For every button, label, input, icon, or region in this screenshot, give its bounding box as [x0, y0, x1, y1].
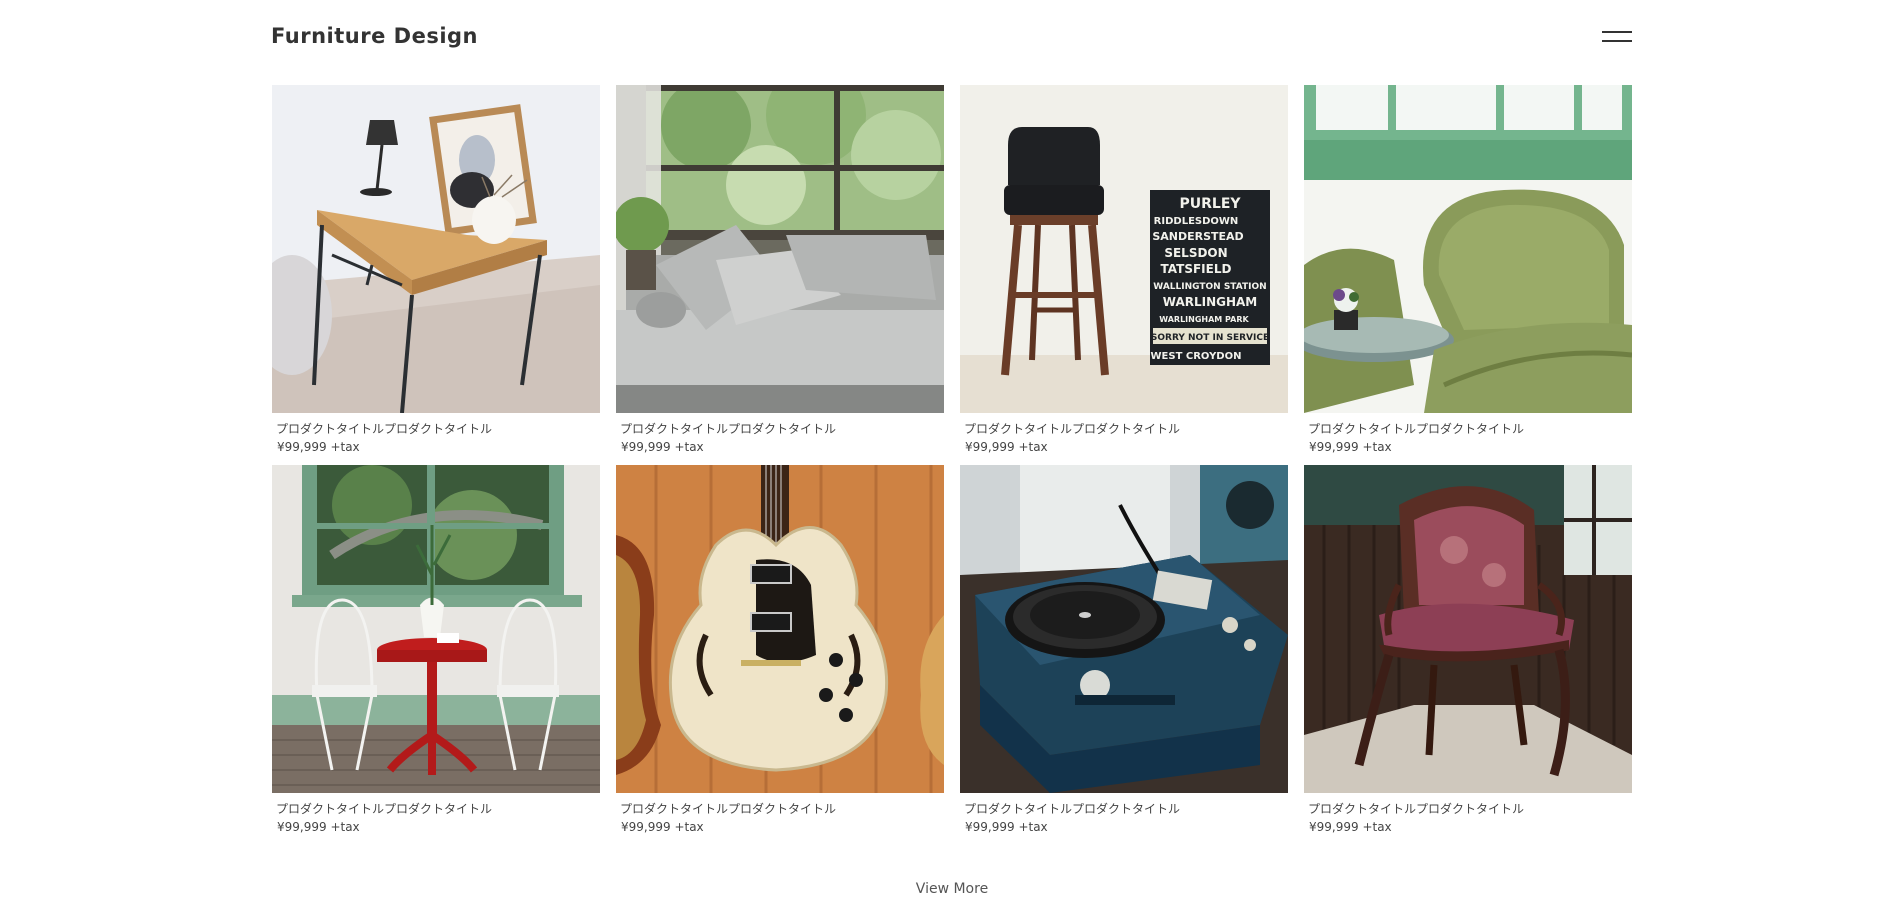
view-more-label[interactable]: View More [916, 881, 988, 897]
product-price: ¥99,999 +tax [965, 440, 1048, 454]
product-title[interactable]: プロダクトタイトルプロダクトタイトル [620, 801, 944, 817]
product-price: ¥99,999 +tax [621, 440, 704, 454]
menu-line [1602, 40, 1632, 42]
cafe-table-photo[interactable] [272, 465, 600, 793]
bar-stool-sign-photo[interactable]: PURLEY RIDDLESDOWN SANDERSTEAD SELSDON T… [960, 85, 1288, 413]
site-header: Furniture Design [271, 22, 1632, 56]
product-title[interactable]: プロダクトタイトルプロダクトタイトル [620, 421, 944, 437]
product-card[interactable]: プロダクトタイトルプロダクトタイトル ¥99,999 +tax [272, 465, 600, 845]
product-price: ¥99,999 +tax [965, 820, 1048, 834]
product-card[interactable]: プロダクトタイトルプロダクトタイトル ¥99,999 +tax [616, 85, 944, 465]
desk-lamp-photo[interactable] [272, 85, 600, 413]
sign-line: RIDDLESDOWN [1154, 216, 1239, 227]
sign-line: SELSDON [1164, 246, 1227, 260]
product-card[interactable]: プロダクトタイトルプロダクトタイトル ¥99,999 +tax [1304, 465, 1632, 845]
product-title[interactable]: プロダクトタイトルプロダクトタイトル [964, 801, 1288, 817]
sign-line: SANDERSTEAD [1152, 230, 1243, 243]
product-title[interactable]: プロダクトタイトルプロダクトタイトル [276, 801, 600, 817]
sign-line: WARLINGHAM [1163, 295, 1258, 309]
window-sofa-photo[interactable] [616, 85, 944, 413]
product-title[interactable]: プロダクトタイトルプロダクトタイトル [276, 421, 600, 437]
view-more-link: View More [0, 881, 1904, 897]
sign-line: WARLINGHAM PARK [1159, 315, 1249, 324]
product-card[interactable]: プロダクトタイトルプロダクトタイトル ¥99,999 +tax [960, 465, 1288, 845]
product-price: ¥99,999 +tax [277, 440, 360, 454]
product-price: ¥99,999 +tax [1309, 820, 1392, 834]
product-card[interactable]: プロダクトタイトルプロダクトタイトル ¥99,999 +tax [616, 465, 944, 845]
product-price: ¥99,999 +tax [1309, 440, 1392, 454]
sign-line: SORRY NOT IN SERVICE [1151, 333, 1269, 343]
guitar-photo[interactable] [616, 465, 944, 793]
product-title[interactable]: プロダクトタイトルプロダクトタイトル [964, 421, 1288, 437]
product-title[interactable]: プロダクトタイトルプロダクトタイトル [1308, 421, 1632, 437]
sign-line: TATSFIELD [1161, 262, 1232, 276]
page: Furniture Design プロダクトタイトルプロダクトタイトル ¥99,… [0, 0, 1904, 903]
sign-line: WEST CROYDON [1151, 351, 1242, 362]
product-grid: プロダクトタイトルプロダクトタイトル ¥99,999 +tax プロダクトタイト… [272, 85, 1632, 845]
wicker-chair-photo[interactable] [1304, 85, 1632, 413]
product-card[interactable]: プロダクトタイトルプロダクトタイトル ¥99,999 +tax [272, 85, 600, 465]
product-price: ¥99,999 +tax [621, 820, 704, 834]
menu-line [1602, 31, 1632, 33]
antique-chair-photo[interactable] [1304, 465, 1632, 793]
sign-line: PURLEY [1179, 196, 1241, 212]
product-card[interactable]: PURLEY RIDDLESDOWN SANDERSTEAD SELSDON T… [960, 85, 1288, 465]
product-title[interactable]: プロダクトタイトルプロダクトタイトル [1308, 801, 1632, 817]
sign-line: WALLINGTON STATION [1153, 282, 1266, 292]
site-logo[interactable]: Furniture Design [271, 24, 478, 48]
product-price: ¥99,999 +tax [277, 820, 360, 834]
hamburger-menu-icon[interactable] [1602, 30, 1632, 44]
record-player-photo[interactable] [960, 465, 1288, 793]
product-card[interactable]: プロダクトタイトルプロダクトタイトル ¥99,999 +tax [1304, 85, 1632, 465]
